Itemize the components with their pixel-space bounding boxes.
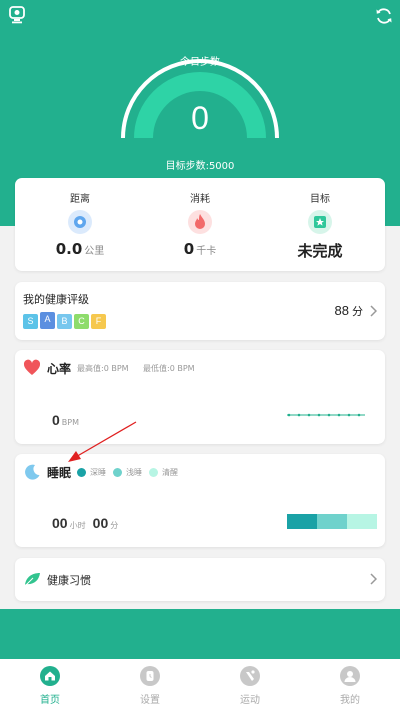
distance-label: 距离 xyxy=(70,194,90,205)
grade-b: B xyxy=(57,314,72,329)
heart-min-label: 最低值:0 BPM xyxy=(143,364,195,373)
calorie-stat: 消耗 0 千卡 xyxy=(140,178,260,271)
sleep-minutes: 00 xyxy=(92,515,109,531)
legend-deep-label: 深睡 xyxy=(90,468,106,477)
calorie-unit: 千卡 xyxy=(196,246,217,257)
tab-settings[interactable]: 设置 xyxy=(100,659,200,711)
trophy-icon[interactable] xyxy=(8,6,26,24)
footer-band xyxy=(0,609,400,659)
sleep-duration: 00 小时 00 分 xyxy=(52,513,120,532)
tab-home-label: 首页 xyxy=(40,695,60,706)
heart-rate-sparkline xyxy=(287,413,365,417)
distance-icon xyxy=(68,210,92,234)
home-icon xyxy=(40,666,60,686)
chevron-right-icon xyxy=(370,305,377,317)
awake-dot xyxy=(149,468,158,477)
heart-rate-title: 心率 xyxy=(47,362,72,376)
light-sleep-dot xyxy=(113,468,122,477)
bottom-tab-bar: 首页 设置 运动 我的 xyxy=(0,659,400,711)
legend-awake: 清醒 xyxy=(149,467,178,478)
deep-sleep-dot xyxy=(77,468,86,477)
grade-scale: S A B C F xyxy=(23,312,108,329)
goal-stat: 目标 未完成 xyxy=(260,178,380,271)
legend-light: 浅睡 xyxy=(113,467,142,478)
sleep-bar-light xyxy=(317,514,347,529)
target-star-icon xyxy=(308,210,332,234)
summary-card: 距离 0.0 公里 消耗 0 千卡 目标 未完成 xyxy=(15,178,385,271)
health-score-unit: 分 xyxy=(352,305,363,318)
sleep-hours: 00 xyxy=(52,515,68,531)
grade-s: S xyxy=(23,314,38,329)
grade-c: C xyxy=(74,314,89,329)
sport-icon xyxy=(240,666,260,686)
legend-awake-label: 清醒 xyxy=(162,468,178,477)
tab-profile-label: 我的 xyxy=(340,695,360,706)
heart-max-label: 最高值:0 BPM xyxy=(77,364,129,373)
sleep-hours-unit: 小时 xyxy=(69,521,86,530)
goal-label: 目标 xyxy=(310,194,330,205)
distance-stat: 距离 0.0 公里 xyxy=(20,178,140,271)
calorie-value: 0 xyxy=(183,240,195,258)
profile-icon xyxy=(340,666,360,686)
grade-a: A xyxy=(40,312,55,329)
sleep-minutes-unit: 分 xyxy=(110,521,119,530)
annotation-arrow-icon xyxy=(68,421,137,462)
calorie-label: 消耗 xyxy=(190,194,210,205)
heart-rate-value: 0 xyxy=(52,412,60,428)
distance-unit: 公里 xyxy=(84,246,105,257)
health-habit-card[interactable]: 健康习惯 xyxy=(15,558,385,601)
tab-sport[interactable]: 运动 xyxy=(200,659,300,711)
legend-light-label: 浅睡 xyxy=(126,468,142,477)
sleep-bar-awake xyxy=(347,514,377,529)
today-steps-label: 今日步数 xyxy=(180,57,220,68)
flame-icon xyxy=(188,210,212,234)
sleep-title: 睡眠 xyxy=(47,466,72,480)
goal-value: 未完成 xyxy=(297,242,343,260)
sync-icon[interactable] xyxy=(374,6,394,26)
heart-icon xyxy=(23,359,41,375)
tab-settings-label: 设置 xyxy=(140,695,160,706)
steps-value: 0 xyxy=(191,100,209,136)
tab-sport-label: 运动 xyxy=(240,695,260,706)
chevron-right-icon xyxy=(370,573,377,585)
grade-f: F xyxy=(91,314,106,329)
sleep-card[interactable]: 睡眠 深睡 浅睡 清醒 00 小时 00 分 xyxy=(15,454,385,547)
leaf-icon xyxy=(24,573,40,587)
tab-profile[interactable]: 我的 xyxy=(300,659,400,711)
sleep-stage-bar xyxy=(287,514,377,529)
tab-home[interactable]: 首页 xyxy=(0,659,100,711)
moon-icon xyxy=(25,464,40,480)
health-habit-title: 健康习惯 xyxy=(47,574,91,587)
health-score-value: 88 xyxy=(334,303,349,318)
health-rating-title: 我的健康评级 xyxy=(23,293,89,306)
watch-icon xyxy=(140,666,160,686)
sleep-bar-deep xyxy=(287,514,317,529)
legend-deep: 深睡 xyxy=(77,467,106,478)
health-rating-card[interactable]: 我的健康评级 S A B C F 88 分 xyxy=(15,282,385,340)
goal-steps-label: 目标步数:5000 xyxy=(165,161,235,172)
health-score: 88 分 xyxy=(335,303,363,319)
distance-value: 0.0 xyxy=(55,240,83,258)
